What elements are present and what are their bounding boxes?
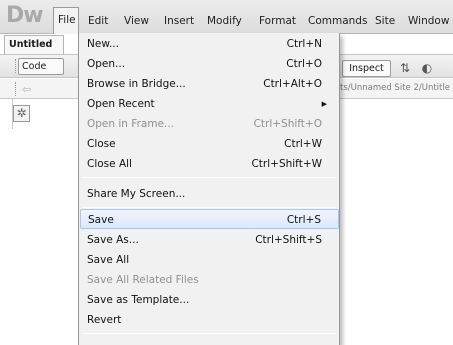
preview-browser-icon[interactable]: ◐ (418, 61, 436, 76)
menu-item-save-all[interactable]: Save All (80, 250, 339, 270)
menu-item-shortcut: Ctrl+S (286, 214, 321, 226)
menu-item-open-recent[interactable]: Open Recent ▶ (80, 94, 339, 114)
address-grip-icon[interactable] (15, 82, 18, 96)
menu-item-label: Close All (87, 158, 132, 170)
menu-item-label: New... (87, 38, 119, 50)
menu-item-label: Save as Template... (87, 294, 190, 306)
menu-item-browse-in-bridge[interactable]: Browse in Bridge... Ctrl+Alt+O (80, 74, 339, 94)
menu-item-label: Share My Screen... (87, 188, 186, 200)
menu-item-open-in-frame: Open in Frame... Ctrl+Shift+O (80, 114, 339, 134)
back-arrow-icon[interactable]: ⇦ (22, 83, 31, 96)
code-view-button[interactable]: Code (18, 58, 64, 75)
menu-modify[interactable]: Modify (207, 12, 242, 30)
menu-site[interactable]: Site (375, 12, 395, 30)
menu-bar: Dw File Edit View Insert Modify Format C… (0, 0, 453, 34)
menu-item-shortcut: Ctrl+O (286, 58, 322, 70)
menu-item-label: Save As... (87, 234, 139, 246)
menu-item-label: Save All (87, 254, 130, 266)
menu-item-shortcut: Ctrl+Shift+O (253, 118, 322, 130)
inspect-button[interactable]: Inspect (342, 60, 391, 77)
menu-commands[interactable]: Commands (308, 12, 367, 30)
menu-edit[interactable]: Edit (88, 12, 108, 30)
address-path[interactable]: ts/Unnamed Site 2/Untitle (340, 83, 453, 97)
menu-item-revert[interactable]: Revert (80, 310, 339, 330)
menu-separator (82, 177, 336, 178)
menu-file[interactable]: File (53, 7, 79, 34)
menu-item-close-all[interactable]: Close All Ctrl+Shift+W (80, 154, 339, 174)
menu-item-label: Browse in Bridge... (87, 78, 186, 90)
menu-insert[interactable]: Insert (164, 12, 194, 30)
menu-item-share-my-screen[interactable]: Share My Screen... (80, 184, 339, 204)
menu-separator (82, 333, 336, 334)
gear-icon[interactable]: ✲ (13, 105, 30, 122)
menu-item-shortcut: Ctrl+Shift+S (255, 234, 322, 246)
menu-item-open[interactable]: Open... Ctrl+O (80, 54, 339, 74)
menu-item-label: Open in Frame... (87, 118, 175, 130)
submenu-arrow-icon: ▶ (321, 100, 327, 108)
file-menu-dropdown: New... Ctrl+N Open... Ctrl+O Browse in B… (78, 33, 340, 345)
menu-item-shortcut: Ctrl+Alt+O (263, 78, 322, 90)
menu-format[interactable]: Format (259, 12, 296, 30)
menu-item-shortcut: Ctrl+N (286, 38, 322, 50)
menu-item-label: Save (88, 214, 114, 226)
browser-compat-icon[interactable]: ⇅ (396, 61, 414, 76)
menu-item-label: Close (87, 138, 116, 150)
menu-item-label: Save All Related Files (87, 274, 199, 286)
menu-item-shortcut: Ctrl+Shift+W (251, 158, 322, 170)
menu-item-close[interactable]: Close Ctrl+W (80, 134, 339, 154)
dreamweaver-logo: Dw (6, 3, 44, 28)
menu-separator (82, 207, 336, 208)
menu-item-label: Revert (87, 314, 122, 326)
menu-item-shortcut: Ctrl+W (284, 138, 322, 150)
menu-item-save-as-template[interactable]: Save as Template... (80, 290, 339, 310)
menu-item-save-all-related-files: Save All Related Files (80, 270, 339, 290)
menu-item-save-as[interactable]: Save As... Ctrl+Shift+S (80, 230, 339, 250)
document-tab[interactable]: Untitled (4, 35, 64, 54)
menu-window[interactable]: Window (408, 12, 449, 30)
menu-item-label: Open Recent (87, 98, 155, 110)
menu-item-label: Open... (87, 58, 126, 70)
menu-view[interactable]: View (124, 12, 149, 30)
menu-item-new[interactable]: New... Ctrl+N (80, 34, 339, 54)
menu-item-save[interactable]: Save Ctrl+S (80, 209, 339, 229)
